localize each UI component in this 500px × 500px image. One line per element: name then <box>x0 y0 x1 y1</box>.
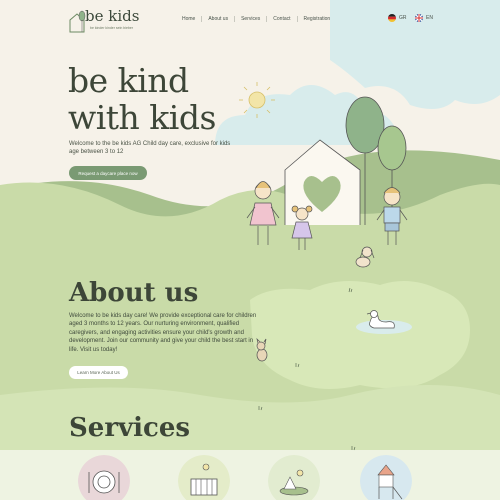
site-header: be kids be kinder kinder sein bieber Hom… <box>0 0 500 38</box>
nav-about-us[interactable]: About us <box>202 16 236 22</box>
language-gr-label: GR <box>399 15 407 21</box>
crib-icon[interactable] <box>178 455 230 500</box>
page: be kids be kinder kinder sein bieber Hom… <box>0 0 500 500</box>
meals-icon[interactable] <box>78 455 130 500</box>
main-nav: Home About us Services Contact Registrat… <box>176 16 336 22</box>
nav-registration[interactable]: Registration <box>298 16 337 22</box>
hero-title: be kind with kids <box>68 62 216 136</box>
light-meadow <box>250 281 470 389</box>
learn-more-button[interactable]: Learn More About Us <box>69 366 128 379</box>
about-text: Welcome to be kids day care! We provide … <box>69 313 257 353</box>
nav-services[interactable]: Services <box>235 16 268 22</box>
flag-germany-icon <box>388 14 396 22</box>
hero-title-line1: be kind <box>68 61 189 100</box>
language-en[interactable]: EN <box>415 14 433 22</box>
nature-icon[interactable] <box>268 455 320 500</box>
language-en-label: EN <box>426 15 433 21</box>
request-daycare-button[interactable]: Request a daycare place now <box>69 166 147 180</box>
services-band <box>0 450 500 500</box>
logo-tagline: be kinder kinder sein bieber <box>90 26 133 30</box>
hero-title-line2: with kids <box>68 98 216 137</box>
nav-home[interactable]: Home <box>176 16 203 22</box>
playground-icon[interactable] <box>360 455 412 500</box>
hero-description: Welcome to the be kids AG Child day care… <box>69 141 231 155</box>
nav-contact[interactable]: Contact <box>267 16 298 22</box>
language-gr[interactable]: GR <box>388 14 407 22</box>
about-title: About us <box>69 278 199 308</box>
logo-text[interactable]: be kids <box>85 7 139 25</box>
services-title: Services <box>69 413 191 443</box>
flag-uk-icon <box>415 14 423 22</box>
